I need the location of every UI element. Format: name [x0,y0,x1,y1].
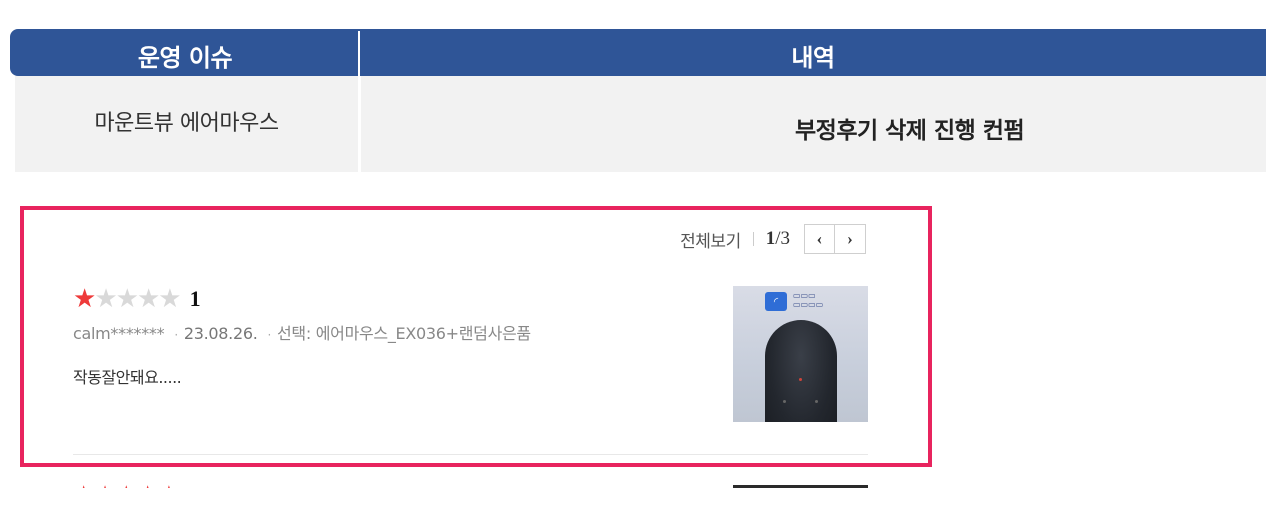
page-cut-mask [0,488,1266,505]
chevron-left-icon: ‹ [816,229,823,248]
cell-detail: 부정후기 삭제 진행 컨펌 [795,118,1025,144]
box-label: ▭▭▭ ▭▭▭▭ [793,291,824,309]
cell-issue: 마운트뷰 에어마우스 [94,111,279,136]
star-icon: ★ [94,284,118,314]
mouse-led [799,378,802,381]
review-pager: 전체보기 1/3 ‹ › [680,224,866,254]
mouse-led [783,400,786,403]
table-header-row: 운영 이슈 내역 [10,29,1266,76]
star-icon: ★ [136,284,161,314]
table-row: 마운트뷰 에어마우스 부정후기 삭제 진행 컨펌 [15,76,1266,172]
page-total: /3 [775,228,790,249]
issue-table: 운영 이슈 내역 마운트뷰 에어마우스 부정후기 삭제 진행 컨펌 [10,29,1266,172]
star-icon: ★ [158,284,182,314]
review-date: 23.08.26. [183,324,258,343]
page-indicator: 1/3 [766,228,790,250]
star-rating: ★★★★★ 1 [73,286,531,312]
view-all-link[interactable]: 전체보기 [680,227,741,252]
cell-divider [358,76,361,172]
chevron-right-icon: › [847,229,853,248]
next-page-button[interactable]: › [835,224,866,254]
rating-value: 1 [189,286,201,311]
pager-separator [752,232,754,246]
star-icon: ★ [73,284,97,314]
review-meta: calm******* · 23.08.26. · 선택: 에어마우스_EX036+랜덤… [73,320,531,344]
review-option: 선택: 에어마우스_EX036+랜덤사은품 [277,324,531,343]
review-user: calm******* [73,324,165,343]
stars-group: ★★★★★ [73,284,182,314]
header-detail: 내역 [791,44,835,72]
star-icon: ★ [115,284,139,314]
review-text: 작동잘안돼요..... [73,368,182,387]
review-highlight-frame: 전체보기 1/3 ‹ › ★★★★★ 1 calm******* · 23.08.2… [20,206,932,467]
prev-page-button[interactable]: ‹ [804,224,835,254]
review-divider [73,454,868,455]
review-item: ★★★★★ 1 calm******* · 23.08.26. · 선택: 에어마우스_… [73,286,531,388]
wifi-icon: ◜ [765,292,787,311]
meta-dot: · [267,328,272,342]
mouse-led [815,400,818,403]
header-issue: 운영 이슈 [137,44,233,72]
air-mouse-image [765,320,837,422]
meta-dot: · [174,328,178,342]
review-thumbnail[interactable]: ◜ ▭▭▭ ▭▭▭▭ [733,286,868,422]
page-current: 1 [765,228,776,249]
